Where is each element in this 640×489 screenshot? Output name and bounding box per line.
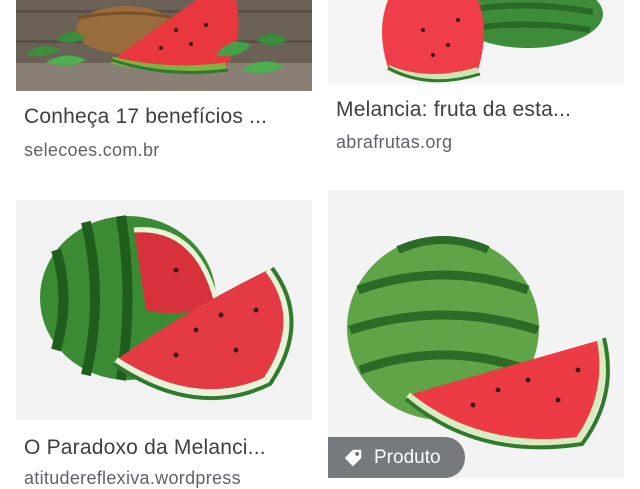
product-badge-label: Produto [374, 446, 441, 468]
watermelon-on-table-illustration [16, 0, 312, 91]
whole-and-slice-illustration [16, 200, 312, 420]
product-watermelon-illustration [328, 190, 624, 478]
result-title[interactable]: Conheça 17 benefícios ... [24, 105, 314, 129]
result-source: selecoes.com.br [24, 140, 160, 160]
result-card-paradoxo[interactable]: O Paradoxo da Melanci... atitudereflexiv… [0, 200, 320, 488]
result-title[interactable]: O Paradoxo da Melanci... [24, 436, 314, 460]
watermelon-chunk-illustration [328, 0, 624, 84]
result-title[interactable]: Melancia: fruta da esta... [336, 98, 632, 122]
result-image-watermelon-slice-on-wood[interactable] [16, 0, 312, 91]
result-image-whole-and-sliced-watermelon[interactable] [16, 200, 312, 420]
result-source: atitudereflexiva.wordpress [24, 468, 241, 488]
result-image-whole-watermelon-with-slice[interactable] [328, 190, 624, 478]
tag-icon [342, 447, 364, 469]
result-card-melancia[interactable]: Melancia: fruta da esta... abrafrutas.or… [320, 0, 640, 190]
product-badge: Produto [328, 437, 465, 478]
result-source: abrafrutas.org [336, 132, 453, 152]
result-card-conheca[interactable]: Conheça 17 benefícios ... selecoes.com.b… [0, 0, 320, 190]
result-card-produto[interactable] [320, 190, 640, 478]
result-image-watermelon-chunk[interactable] [328, 0, 624, 84]
